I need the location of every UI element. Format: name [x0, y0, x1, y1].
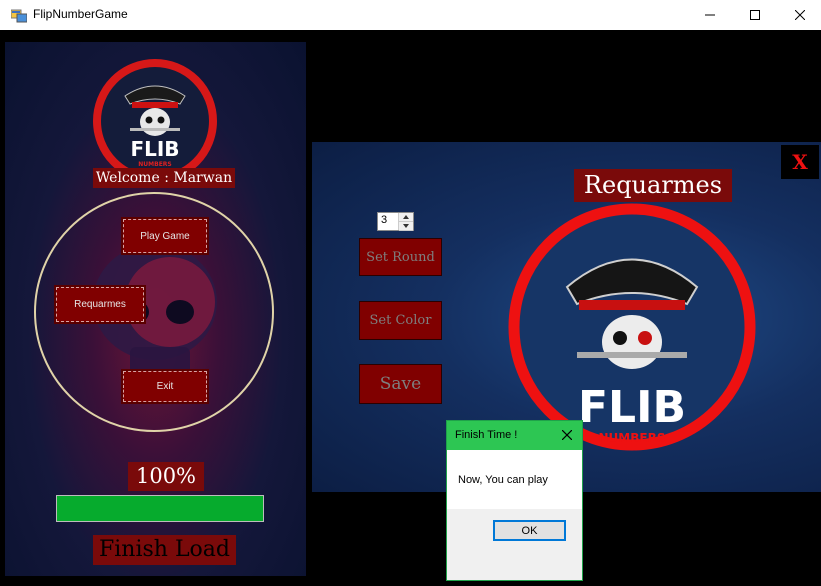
- close-requarmes-button[interactable]: X: [781, 145, 819, 179]
- app-icon: [10, 8, 28, 23]
- load-status-label: Finish Load: [93, 535, 236, 565]
- exit-button[interactable]: Exit: [121, 369, 209, 404]
- requarmes-title: Requarmes: [574, 169, 732, 202]
- stepper-down-icon[interactable]: [399, 222, 413, 231]
- dialog-title: Finish Time !: [455, 429, 518, 441]
- maximize-button[interactable]: [732, 0, 778, 30]
- minimize-button[interactable]: [687, 0, 733, 30]
- dialog-titlebar: Finish Time !: [447, 421, 582, 450]
- client-area: FLIB NUMBERS Welcome : Marwan Play Game …: [0, 30, 821, 586]
- window-titlebar: FlipNumberGame: [0, 0, 821, 30]
- flib-logo: FLIB NUMBERS: [90, 56, 220, 186]
- round-stepper[interactable]: 3: [377, 212, 414, 231]
- requarmes-button[interactable]: Requarmes: [54, 285, 146, 324]
- set-color-button[interactable]: Set Color: [359, 301, 442, 340]
- dialog-footer: OK: [447, 509, 582, 580]
- stepper-buttons: [398, 213, 413, 231]
- play-game-button[interactable]: Play Game: [121, 217, 209, 255]
- round-value[interactable]: 3: [381, 214, 387, 226]
- ok-button[interactable]: OK: [493, 520, 566, 541]
- large-logo-text: FLIB: [578, 382, 686, 433]
- window-title: FlipNumberGame: [33, 7, 128, 21]
- load-progress-bar: [56, 495, 264, 522]
- stepper-up-icon[interactable]: [399, 213, 413, 222]
- finish-time-dialog: Finish Time ! Now, You can play OK: [446, 420, 583, 581]
- progress-percent-label: 100%: [128, 462, 204, 491]
- save-button[interactable]: Save: [359, 364, 442, 404]
- dialog-close-icon[interactable]: [558, 426, 576, 444]
- set-round-button[interactable]: Set Round: [359, 238, 442, 276]
- logo-subtext: NUMBERS: [138, 161, 171, 168]
- progress-fill: [57, 496, 263, 521]
- dialog-message: Now, You can play: [458, 474, 548, 486]
- main-menu-panel: FLIB NUMBERS Welcome : Marwan Play Game …: [5, 42, 306, 576]
- close-window-button[interactable]: [777, 0, 821, 30]
- logo-text: FLIB: [130, 137, 179, 161]
- large-logo-subtext: NUMBERS: [599, 431, 666, 445]
- welcome-label: Welcome : Marwan: [93, 168, 235, 188]
